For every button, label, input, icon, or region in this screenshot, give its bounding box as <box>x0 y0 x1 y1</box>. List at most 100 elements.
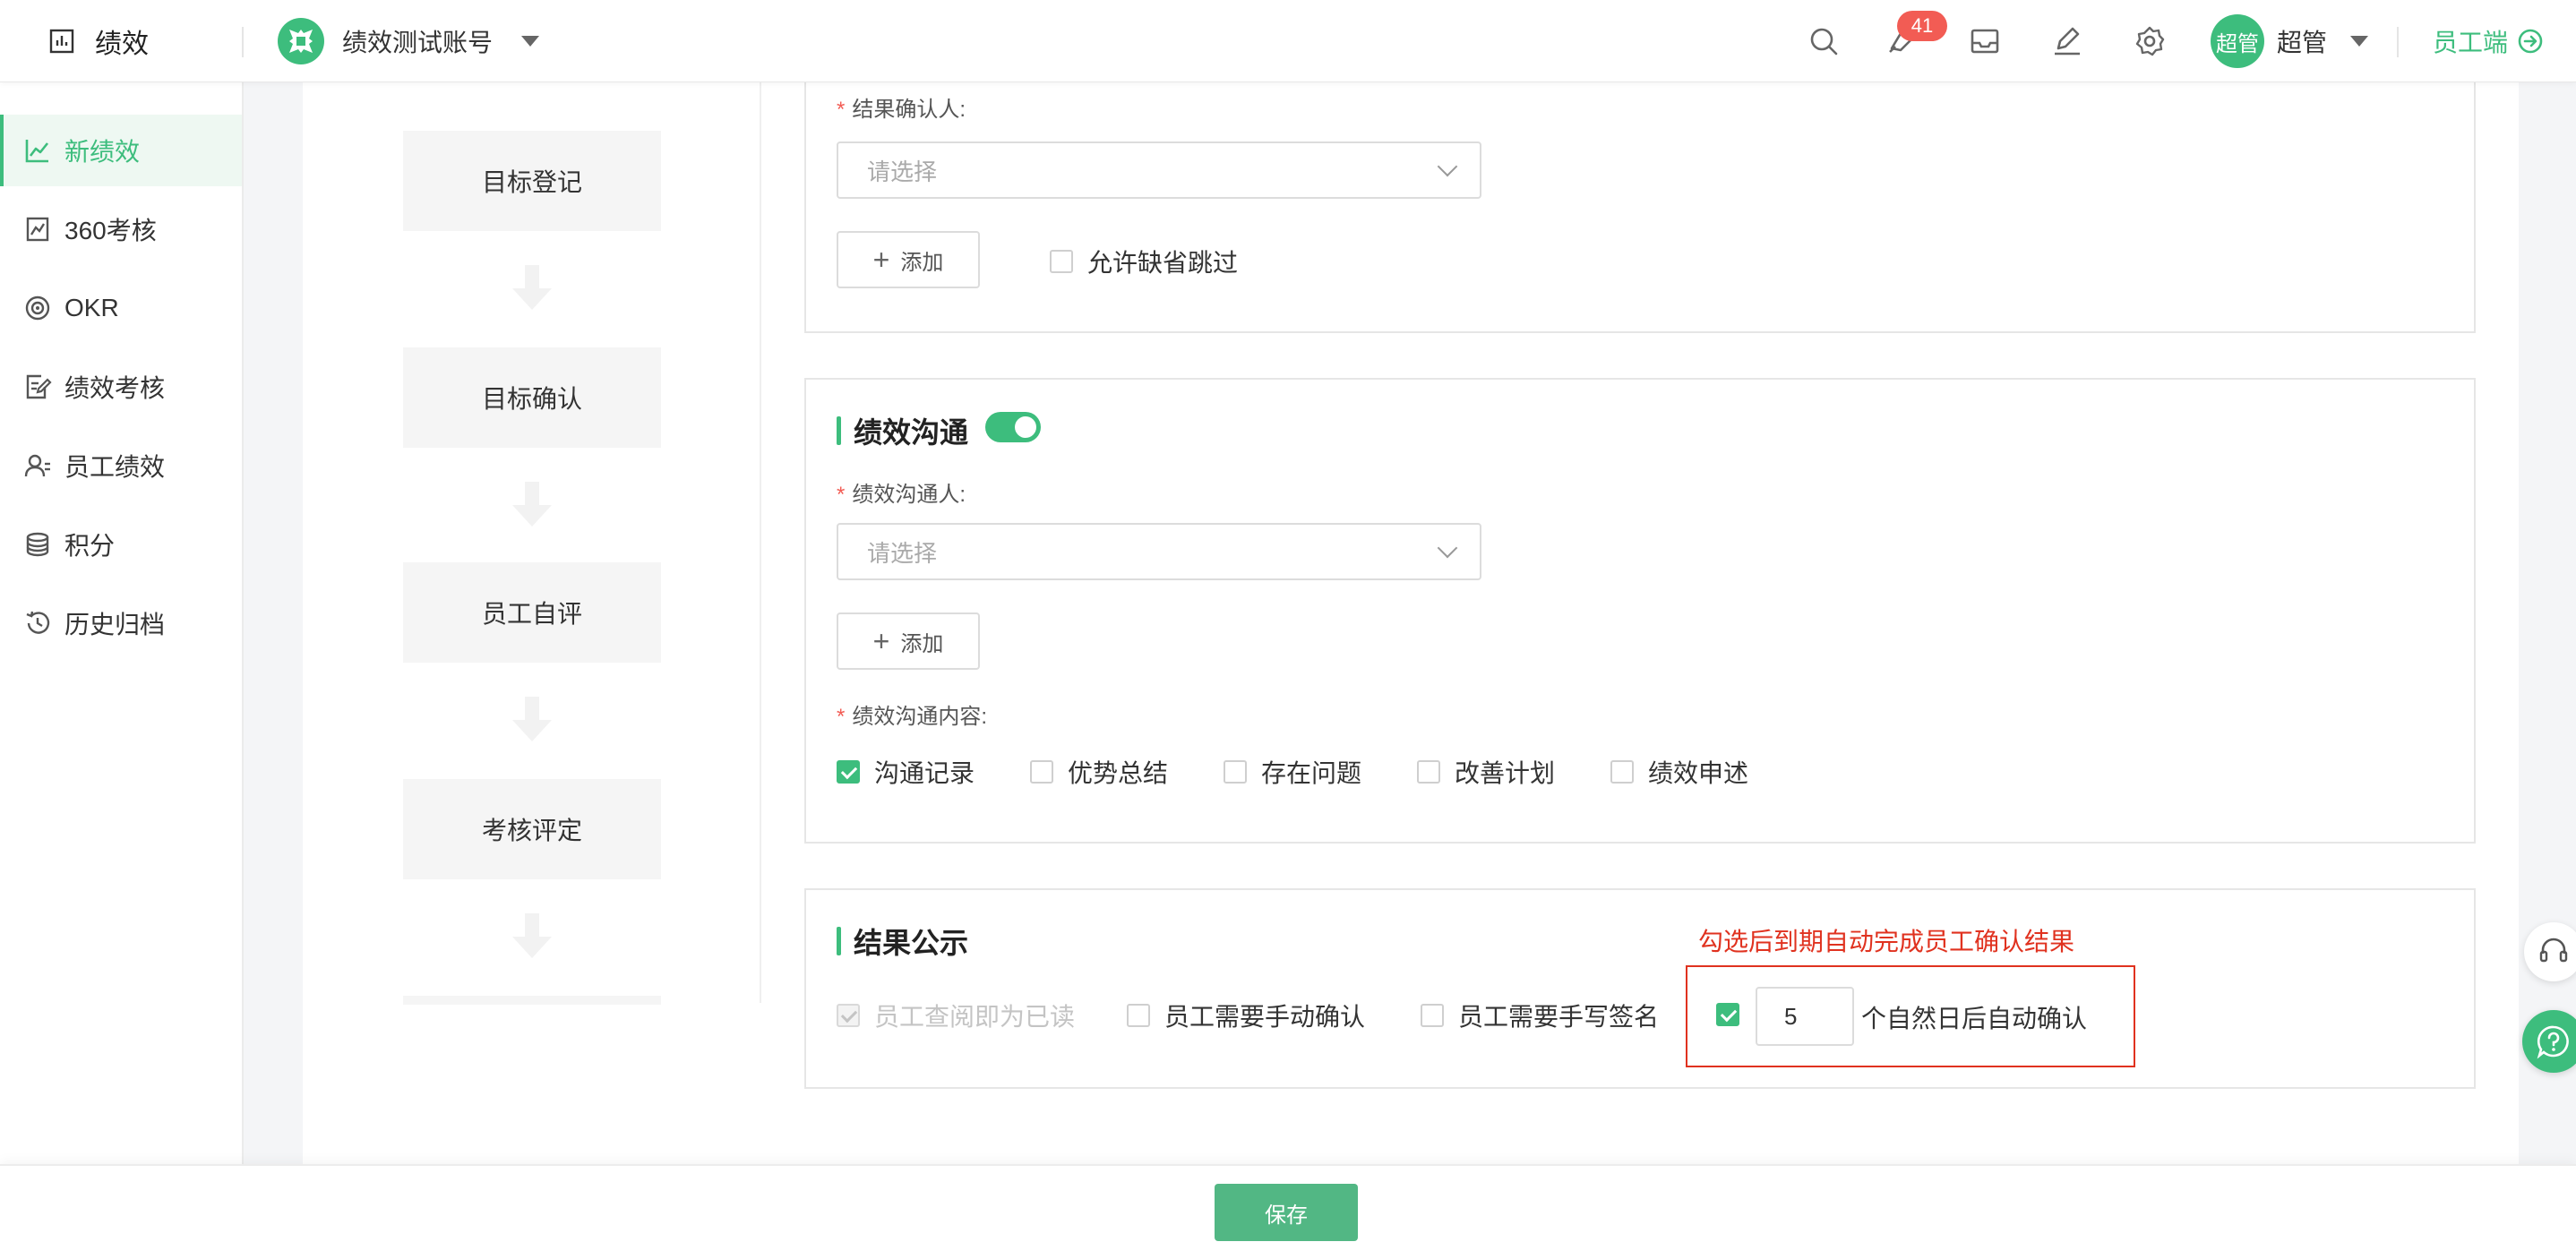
caret-down-icon <box>521 36 540 47</box>
checkbox-label: 员工需要手动确认 <box>1164 1003 1366 1031</box>
sidebar-item-assessment[interactable]: 绩效考核 <box>0 351 242 423</box>
flow-step[interactable]: 目标确认 <box>403 347 661 448</box>
sidebar-item-label: 新绩效 <box>64 138 141 166</box>
sidebar-item-employee-performance[interactable]: 员工绩效 <box>0 430 242 501</box>
communication-person-select[interactable]: 请选择 <box>837 523 1481 580</box>
sidebar-item-okr[interactable]: OKR <box>0 272 242 344</box>
checkbox[interactable] <box>1610 760 1634 784</box>
inbox-icon[interactable] <box>1967 23 2003 59</box>
checkbox[interactable] <box>1050 250 1073 273</box>
arrow-down-icon <box>512 265 552 310</box>
result-confirmer-select[interactable]: 请选择 <box>837 141 1481 199</box>
option-manual-confirm[interactable]: 员工需要手动确认 <box>1127 998 1365 1033</box>
gear-icon[interactable] <box>2132 23 2168 59</box>
divider <box>242 27 244 57</box>
select-placeholder: 请选择 <box>867 158 938 185</box>
arrow-circle-right-icon <box>2518 29 2543 54</box>
card-title: 绩效沟通 <box>837 410 968 451</box>
option-handwritten-signature[interactable]: 员工需要手写签名 <box>1421 998 1659 1033</box>
account-logo-icon <box>278 18 324 64</box>
sidebar-item-label: 绩效考核 <box>64 374 166 402</box>
arrow-down-icon <box>512 697 552 741</box>
card-result-confirm: * 结果确认人: 请选择 + 添加 允许缺省跳过 <box>804 72 2476 333</box>
option-issues[interactable]: 存在问题 <box>1224 754 1361 790</box>
card-result-publish: 结果公示 员工查阅即为已读 员工需要手动确认 员工需要手写签名 <box>804 888 2476 1089</box>
communication-toggle[interactable] <box>985 412 1041 442</box>
checkbox-label: 改善计划 <box>1455 759 1556 787</box>
sidebar-item-new-performance[interactable]: 新绩效 <box>0 115 242 186</box>
allow-skip-checkbox[interactable]: 允许缺省跳过 <box>1050 244 1238 279</box>
sidebar-item-history[interactable]: 历史归档 <box>0 587 242 659</box>
option-appeal[interactable]: 绩效申述 <box>1610 754 1748 790</box>
sidebar-item-360[interactable]: 360考核 <box>0 193 242 265</box>
notification-badge: 41 <box>1897 11 1947 41</box>
auto-confirm-days-input[interactable]: 5 <box>1756 987 1854 1046</box>
checkbox[interactable] <box>837 760 860 784</box>
checkbox[interactable] <box>1030 760 1053 784</box>
communication-person-label: * 绩效沟通人: <box>837 483 966 507</box>
option-comm-record[interactable]: 沟通记录 <box>837 754 975 790</box>
chevron-down-icon <box>1437 537 1458 559</box>
option-read-as-confirmed: 员工查阅即为已读 <box>837 998 1075 1033</box>
divider <box>760 82 761 1003</box>
employee-portal-label: 员工端 <box>2433 29 2509 56</box>
top-bar: 绩效 绩效测试账号 41 超管 超管 员工端 <box>0 0 2576 82</box>
checkbox <box>837 1004 860 1027</box>
coins-icon <box>26 532 49 557</box>
account-name: 绩效测试账号 <box>342 29 494 56</box>
checkbox-label: 沟通记录 <box>874 759 975 787</box>
save-button[interactable]: 保存 <box>1215 1184 1358 1241</box>
user-icon <box>24 454 50 477</box>
sidebar-item-label: 历史归档 <box>64 611 166 638</box>
checkbox[interactable] <box>1417 760 1440 784</box>
sidebar-item-label: 员工绩效 <box>64 453 166 481</box>
add-button[interactable]: + 添加 <box>837 231 980 288</box>
card-communication: 绩效沟通 * 绩效沟通人: 请选择 + 添加 * 绩效沟通内容: 沟通记录 优势总结… <box>804 378 2476 844</box>
question-chat-icon <box>2537 1025 2569 1059</box>
checkbox[interactable] <box>1716 1003 1739 1026</box>
auto-confirm-checkbox[interactable] <box>1716 1003 1739 1026</box>
line-chart-icon <box>25 140 49 163</box>
checkbox-label: 员工需要手写签名 <box>1458 1003 1660 1031</box>
search-icon[interactable] <box>1806 23 1842 59</box>
checkbox[interactable] <box>1421 1004 1444 1027</box>
sidebar-item-label: OKR <box>64 294 119 321</box>
edit-icon[interactable] <box>2049 23 2085 59</box>
history-icon <box>26 611 50 634</box>
add-button[interactable]: + 添加 <box>837 612 980 670</box>
option-improvement-plan[interactable]: 改善计划 <box>1417 754 1555 790</box>
plus-icon: + <box>872 625 890 657</box>
annotation-text: 勾选后到期自动完成员工确认结果 <box>1698 928 2075 955</box>
flow-step[interactable]: 目标登记 <box>403 131 661 231</box>
add-button-label: 添加 <box>900 250 944 275</box>
edit-doc-icon <box>26 374 52 399</box>
brand[interactable]: 绩效 <box>48 23 149 59</box>
sidebar-item-points[interactable]: 积分 <box>0 509 242 580</box>
checkbox[interactable] <box>1224 760 1247 784</box>
bar-chart-icon <box>49 29 74 54</box>
user-menu[interactable]: 超管 超管 <box>2211 14 2369 68</box>
target-icon <box>25 295 50 321</box>
option-strength-summary[interactable]: 优势总结 <box>1030 754 1168 790</box>
checkbox-label: 优势总结 <box>1068 759 1169 787</box>
customer-service-button[interactable] <box>2524 922 2576 981</box>
checkbox-label: 绩效申述 <box>1648 759 1749 787</box>
add-button-label: 添加 <box>900 631 944 656</box>
communication-content-label: * 绩效沟通内容: <box>837 705 988 729</box>
sidebar-item-label: 360考核 <box>64 217 157 244</box>
headset-icon <box>2539 938 2568 963</box>
checkbox[interactable] <box>1127 1004 1150 1027</box>
user-name: 超管 <box>2277 29 2328 56</box>
divider <box>2397 27 2399 57</box>
card-title: 结果公示 <box>837 921 968 962</box>
caret-down-icon <box>2350 36 2369 47</box>
flow-step[interactable]: 考核评定 <box>403 779 661 879</box>
employee-portal-link[interactable]: 员工端 <box>2433 23 2544 59</box>
checkbox-label: 允许缺省跳过 <box>1087 249 1239 277</box>
checkbox-label: 员工查阅即为已读 <box>874 1003 1076 1031</box>
brand-title: 绩效 <box>95 30 149 59</box>
account-switcher[interactable]: 绩效测试账号 <box>278 18 540 64</box>
flow-step[interactable]: 员工自评 <box>403 562 661 663</box>
help-button[interactable] <box>2522 1010 2576 1073</box>
result-confirmer-label: * 结果确认人: <box>837 98 966 122</box>
